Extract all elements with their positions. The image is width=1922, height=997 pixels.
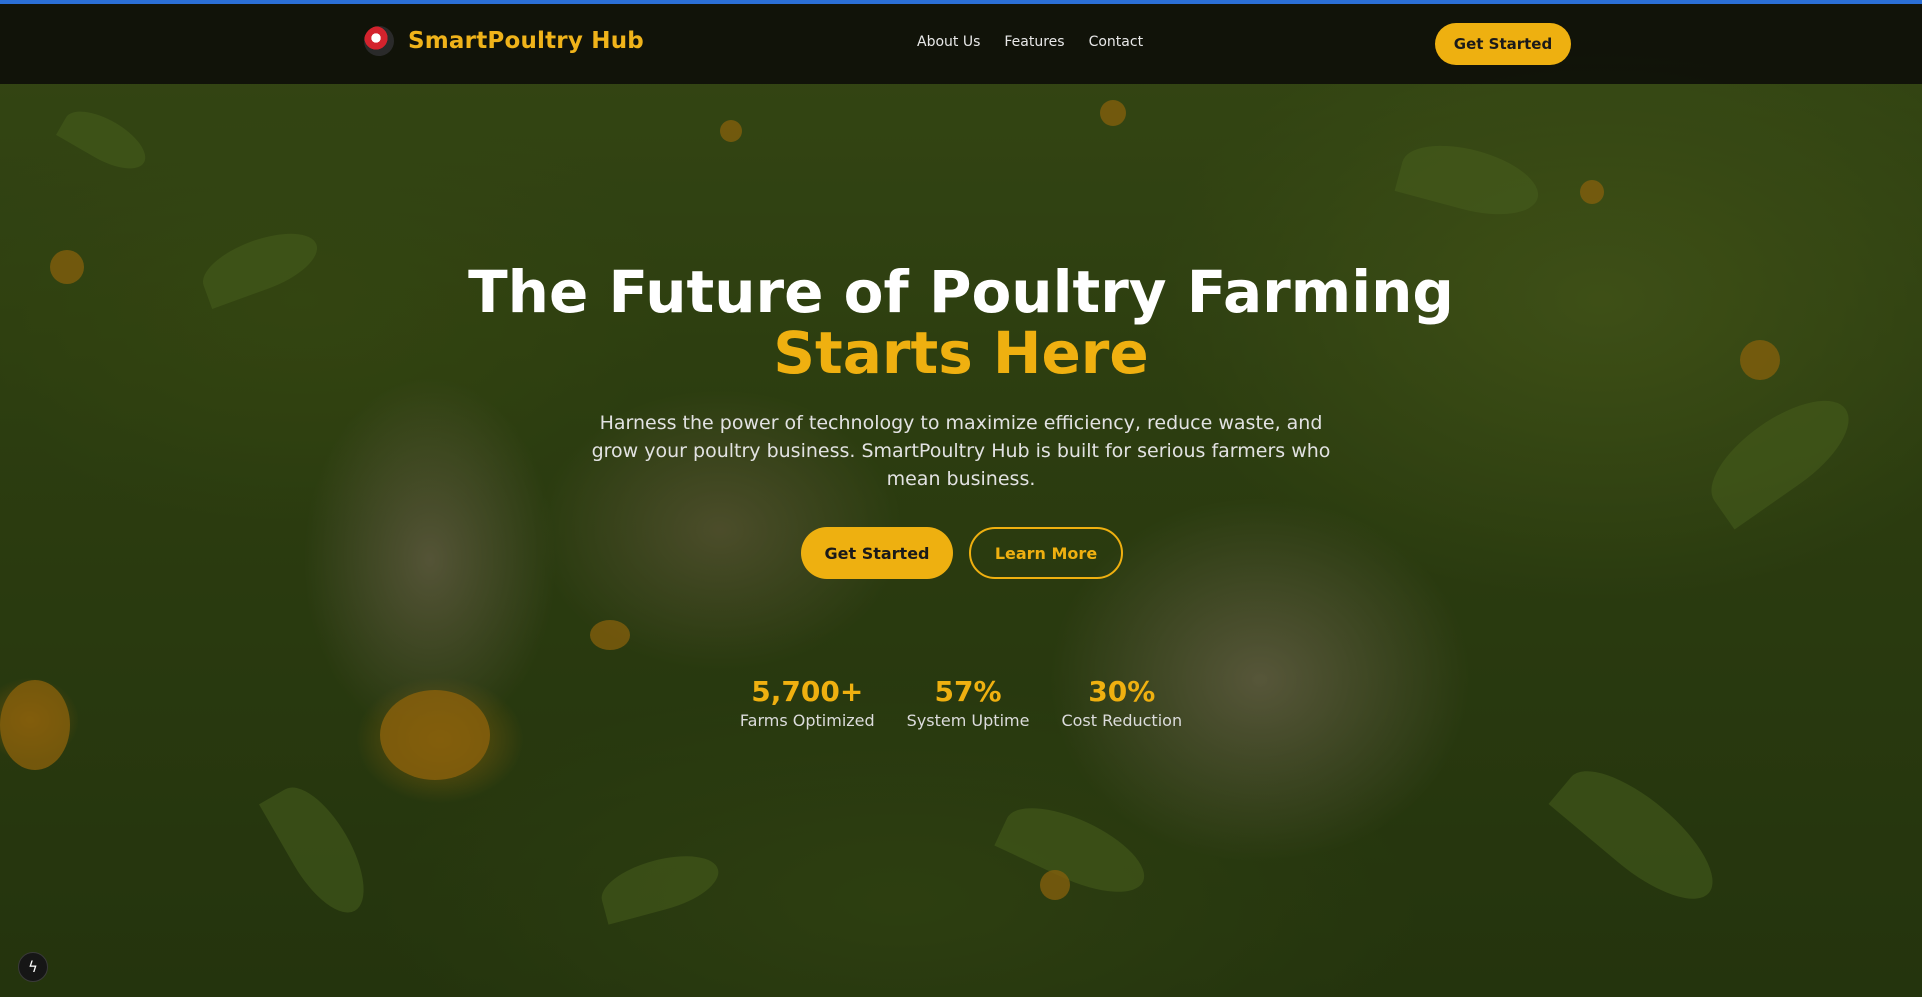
stat-value: 5,700+ [751,675,864,708]
stats-row: 5,700+ Farms Optimized 57% System Uptime… [0,675,1922,730]
stat-value: 57% [934,675,1002,708]
get-started-button[interactable]: Get Started [801,527,953,579]
hero-title: The Future of Poultry Farming [468,258,1454,326]
nav-link-about[interactable]: About Us [917,34,980,50]
chicken-logo-icon [364,26,394,56]
site-header: SmartPoultry Hub About Us Features Conta… [0,4,1922,84]
nav-link-features[interactable]: Features [1004,34,1064,50]
nav-link-contact[interactable]: Contact [1089,34,1143,50]
lightning-icon[interactable]: ϟ [18,952,48,982]
hero-title-accent: Starts Here [773,319,1149,387]
top-accent-strip [0,0,1922,4]
hero-section: The Future of Poultry Farming Starts Her… [0,0,1922,997]
stat-system-uptime: 57% System Uptime [907,675,1030,730]
stat-label: Farms Optimized [739,711,875,730]
stat-farms-optimized: 5,700+ Farms Optimized [740,675,875,730]
hero-subtitle: Harness the power of technology to maxim… [591,412,1331,490]
header-get-started-button[interactable]: Get Started [1435,23,1571,65]
brand[interactable]: SmartPoultry Hub [364,26,644,56]
stat-label: Cost Reduction [1061,711,1183,730]
learn-more-button[interactable]: Learn More [969,527,1123,579]
main-nav: About Us Features Contact [917,34,1143,50]
stat-cost-reduction: 30% Cost Reduction [1061,675,1182,730]
stat-value: 30% [1088,675,1156,708]
stat-label: System Uptime [906,711,1030,730]
brand-name: SmartPoultry Hub [408,28,644,54]
